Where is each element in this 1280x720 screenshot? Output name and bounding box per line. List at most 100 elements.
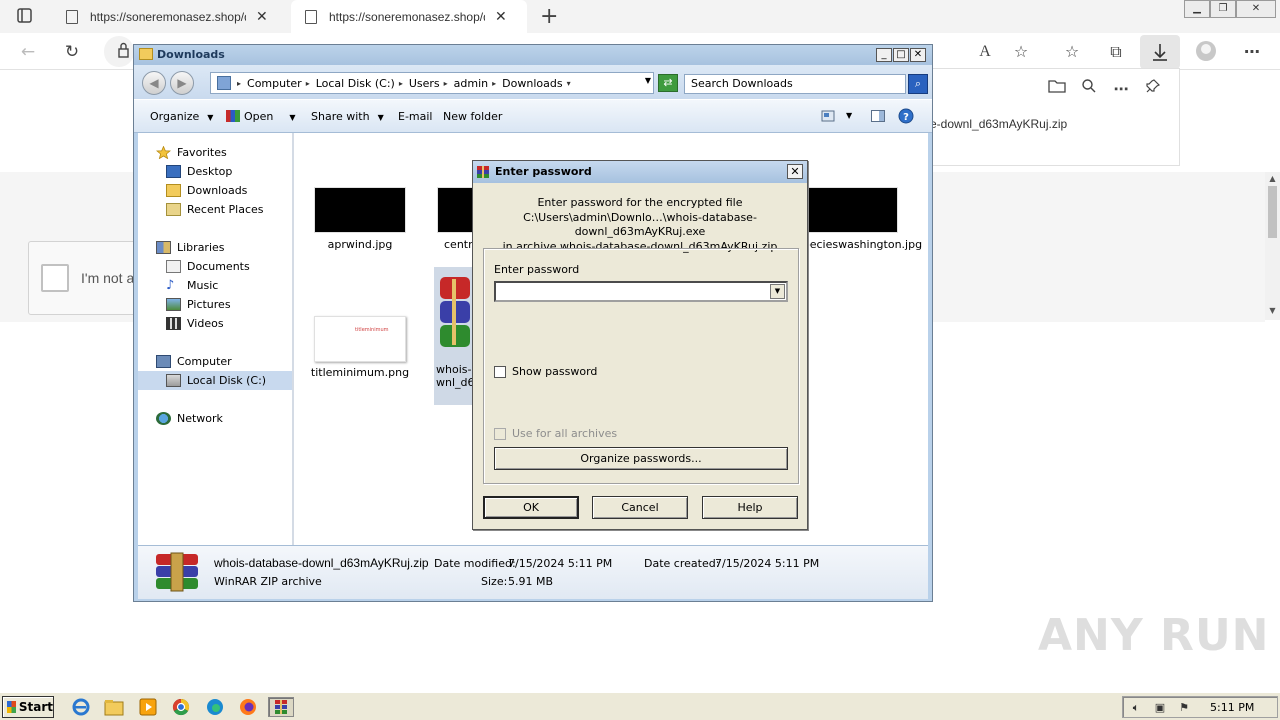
view-options-icon[interactable] bbox=[820, 108, 836, 124]
chevron-down-icon[interactable]: ▼ bbox=[846, 108, 862, 124]
chevron-right-icon[interactable]: ▸ bbox=[492, 79, 496, 88]
browser-tab-1[interactable]: https://soneremonasez.shop/d ✕ bbox=[52, 0, 288, 33]
use-for-all-label: Use for all archives bbox=[512, 427, 618, 440]
address-dropdown-icon[interactable]: ▼ bbox=[645, 76, 651, 85]
checkbox[interactable] bbox=[494, 365, 506, 378]
help-icon[interactable]: ? bbox=[898, 108, 914, 124]
organize-passwords-button[interactable]: Organize passwords... bbox=[494, 447, 788, 470]
internet-explorer-icon[interactable] bbox=[70, 697, 92, 717]
file-thumbnail[interactable] bbox=[314, 187, 406, 233]
captcha-checkbox[interactable] bbox=[41, 264, 69, 292]
collections-icon[interactable]: ⧉ bbox=[1105, 41, 1127, 63]
pin-icon[interactable] bbox=[1142, 78, 1164, 100]
chevron-right-icon[interactable]: ▸ bbox=[444, 79, 448, 88]
download-file-name[interactable]: e-downl_d63mAyKRuj.zip bbox=[930, 117, 1067, 131]
chevron-right-icon[interactable]: ▸ bbox=[399, 79, 403, 88]
clock[interactable]: 5:11 PM bbox=[1210, 701, 1254, 714]
dialog-title-bar[interactable]: Enter password ✕ bbox=[473, 161, 807, 183]
file-thumbnail[interactable]: titleminimum bbox=[314, 316, 406, 362]
start-button[interactable]: Start bbox=[2, 696, 54, 718]
chevron-right-icon[interactable]: ▸ bbox=[306, 79, 310, 88]
help-button[interactable]: Help bbox=[702, 496, 798, 519]
open-button[interactable]: Open ▼ bbox=[226, 110, 296, 123]
firefox-icon[interactable] bbox=[237, 697, 259, 717]
minimize-window-button[interactable]: ▁ bbox=[1184, 0, 1210, 18]
minimize-button[interactable]: _ bbox=[876, 48, 892, 62]
close-icon[interactable]: ✕ bbox=[787, 164, 803, 179]
more-icon[interactable]: ⋯ bbox=[1241, 41, 1263, 63]
chevron-down-icon[interactable]: ▾ bbox=[567, 79, 571, 88]
file-thumbnail[interactable] bbox=[806, 187, 898, 233]
winrar-taskbar-icon[interactable] bbox=[268, 697, 294, 717]
search-input[interactable]: Search Downloads bbox=[684, 74, 906, 94]
close-button[interactable]: ✕ bbox=[910, 48, 926, 62]
svg-text:?: ? bbox=[903, 112, 909, 123]
forward-arrow-icon[interactable]: ▶ bbox=[170, 71, 194, 95]
edge-icon[interactable] bbox=[204, 697, 226, 717]
chrome-icon[interactable] bbox=[170, 697, 192, 717]
file-name[interactable]: centr bbox=[436, 238, 476, 251]
volume-icon[interactable]: 🔈︎ bbox=[1129, 701, 1143, 714]
breadcrumb-admin[interactable]: admin bbox=[454, 77, 488, 90]
restore-window-button[interactable]: ❐ bbox=[1210, 0, 1236, 18]
back-arrow-icon[interactable]: ◀ bbox=[142, 71, 166, 95]
search-icon[interactable] bbox=[1078, 78, 1100, 100]
tab-actions-icon[interactable] bbox=[8, 5, 40, 27]
file-name[interactable]: titleminimum.png bbox=[305, 366, 415, 379]
breadcrumb-computer[interactable]: Computer bbox=[247, 77, 302, 90]
nav-network[interactable]: Network bbox=[156, 409, 310, 428]
close-icon[interactable]: ✕ bbox=[256, 8, 268, 25]
network-tray-icon[interactable]: ▣ bbox=[1153, 701, 1167, 714]
chevron-down-icon[interactable]: ▼ bbox=[770, 284, 785, 299]
read-aloud-icon[interactable]: A bbox=[974, 41, 996, 63]
downloads-button[interactable] bbox=[1140, 35, 1180, 69]
show-password-checkbox[interactable]: Show password bbox=[494, 365, 597, 378]
favorites-icon[interactable]: ☆ bbox=[1061, 41, 1083, 63]
file-thumbnail[interactable] bbox=[437, 187, 473, 233]
more-icon[interactable]: ⋯ bbox=[1110, 78, 1132, 100]
captcha-widget: I'm not a bbox=[28, 241, 138, 315]
open-folder-icon[interactable] bbox=[1046, 78, 1068, 100]
chevron-right-icon[interactable]: ▸ bbox=[237, 79, 241, 88]
refresh-icon[interactable]: ⇄ bbox=[658, 74, 678, 92]
address-bar[interactable] bbox=[104, 36, 134, 67]
preview-pane-icon[interactable] bbox=[870, 108, 886, 124]
breadcrumb-downloads[interactable]: Downloads bbox=[502, 77, 562, 90]
scroll-up-icon[interactable]: ▲ bbox=[1265, 174, 1280, 183]
file-name[interactable]: specieswashington.jpg bbox=[797, 238, 922, 251]
new-folder-button[interactable]: New folder bbox=[443, 110, 502, 123]
close-icon[interactable]: ✕ bbox=[495, 8, 507, 25]
share-with-button[interactable]: Share with ▼ bbox=[311, 110, 384, 123]
nav-favorites[interactable]: Favorites bbox=[155, 143, 310, 162]
refresh-icon[interactable]: ↻ bbox=[60, 40, 84, 64]
chevron-down-icon[interactable]: ▼ bbox=[289, 113, 295, 122]
file-explorer-icon[interactable] bbox=[103, 697, 125, 717]
add-favorite-icon[interactable]: ☆ bbox=[1010, 41, 1032, 63]
search-icon[interactable]: ⌕ bbox=[908, 74, 928, 94]
breadcrumb[interactable]: ▸ Computer ▸ Local Disk (C:) ▸ Users ▸ admi… bbox=[210, 72, 654, 94]
back-arrow-icon[interactable]: ← bbox=[16, 40, 40, 64]
email-button[interactable]: E-mail bbox=[398, 110, 433, 123]
flag-icon[interactable]: ⚑ bbox=[1177, 701, 1191, 714]
close-window-button[interactable]: ✕ bbox=[1236, 0, 1276, 18]
page-scrollbar[interactable]: ▲ ▼ bbox=[1265, 172, 1280, 320]
explorer-title-bar[interactable]: Downloads _ □ ✕ bbox=[134, 45, 932, 65]
breadcrumb-users[interactable]: Users bbox=[409, 77, 440, 90]
nav-computer[interactable]: Computer bbox=[156, 352, 310, 371]
scroll-thumb[interactable] bbox=[1268, 186, 1277, 238]
plus-icon[interactable]: + bbox=[540, 4, 558, 29]
password-input[interactable] bbox=[494, 281, 788, 302]
nav-label: Music bbox=[187, 279, 219, 292]
nav-local-disk[interactable]: Local Disk (C:) bbox=[138, 371, 292, 390]
media-player-icon[interactable] bbox=[137, 697, 159, 717]
scroll-down-icon[interactable]: ▼ bbox=[1265, 306, 1280, 315]
nav-libraries[interactable]: Libraries bbox=[156, 238, 310, 257]
ok-button[interactable]: OK bbox=[483, 496, 579, 519]
organize-button[interactable]: Organize ▼ bbox=[150, 110, 213, 123]
maximize-button[interactable]: □ bbox=[893, 48, 909, 62]
file-name[interactable]: aprwind.jpg bbox=[305, 238, 415, 251]
profile-avatar[interactable] bbox=[1196, 41, 1216, 61]
cancel-button[interactable]: Cancel bbox=[592, 496, 688, 519]
browser-tab-2[interactable]: https://soneremonasez.shop/d ✕ bbox=[291, 0, 527, 33]
breadcrumb-local-disk[interactable]: Local Disk (C:) bbox=[316, 77, 395, 90]
